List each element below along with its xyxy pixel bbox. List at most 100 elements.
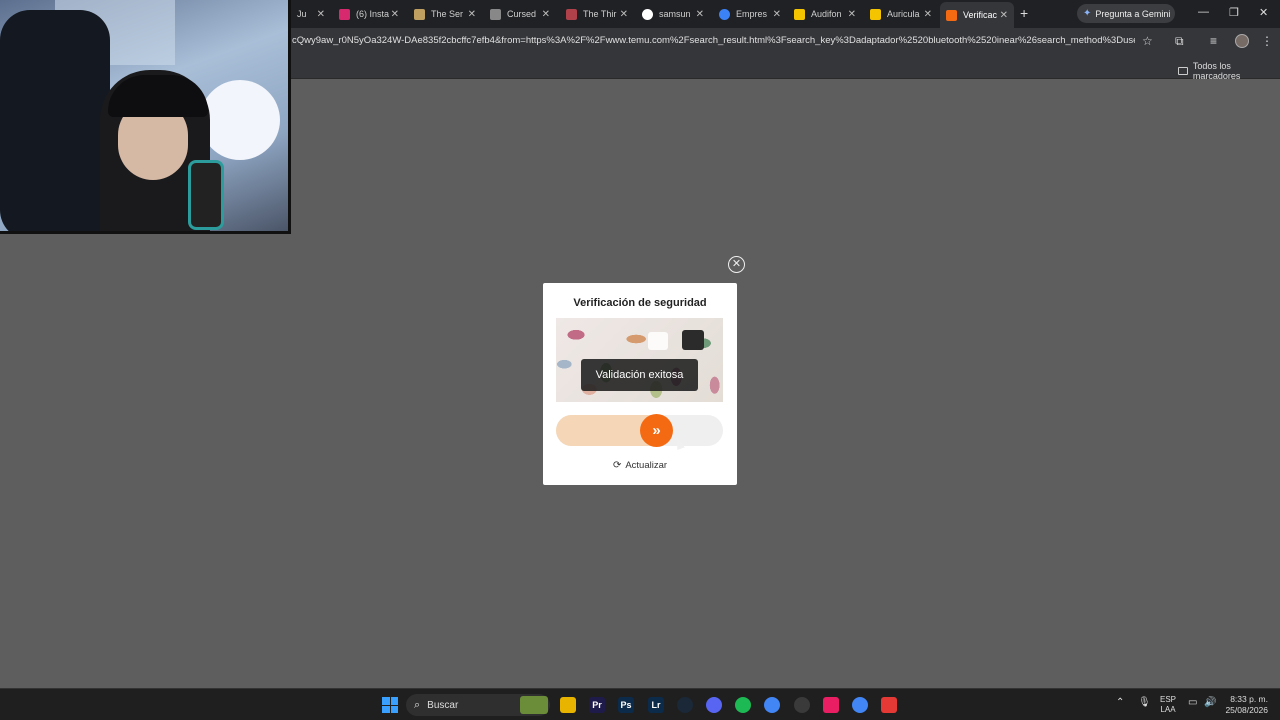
site-favicon-icon [414, 8, 425, 20]
search-label: Buscar [427, 699, 459, 711]
search-icon: ⌕ [414, 698, 421, 711]
close-icon[interactable]: ✕ [848, 9, 856, 20]
minimize-icon[interactable]: — [1198, 6, 1209, 18]
windows-start-icon[interactable] [382, 697, 398, 713]
lightroom-icon[interactable]: Lr [648, 697, 664, 713]
site-favicon-icon [870, 8, 881, 20]
tab-title: samsun [659, 9, 691, 19]
refresh-label: Actualizar [625, 460, 668, 471]
close-window-icon[interactable]: ✕ [1259, 6, 1268, 19]
webcam-overlay [0, 0, 291, 234]
close-icon[interactable]: ✕ [468, 9, 476, 20]
close-icon[interactable]: ✕ [773, 9, 781, 20]
microphone [188, 160, 224, 230]
folder-icon [1178, 67, 1188, 75]
spotify-icon[interactable] [735, 697, 751, 713]
tab-title: Cursed [507, 9, 537, 19]
browser-tab[interactable]: Auricula ✕ [864, 4, 938, 24]
all-bookmarks-button[interactable]: Todos los marcadores [1178, 61, 1280, 81]
tab-title: Empres [736, 9, 768, 19]
bookmarks-label: Todos los marcadores [1192, 61, 1241, 81]
bookmark-star-icon[interactable]: ☆ [1142, 34, 1153, 48]
steam-icon[interactable] [677, 697, 693, 713]
browser-tab[interactable]: Ju ✕ [291, 4, 331, 24]
tab-title: Auricula [887, 9, 920, 19]
slider-handle[interactable]: » [640, 414, 673, 447]
tab-title: The Thir [583, 9, 617, 19]
browser-tab[interactable]: Audifon ✕ [788, 4, 862, 24]
close-icon[interactable]: ✕ [391, 9, 399, 20]
browser-tab[interactable]: Cursed ✕ [484, 4, 556, 24]
language-indicator[interactable]: ESP LAA [1160, 695, 1176, 715]
premiere-icon[interactable]: Pr [589, 697, 605, 713]
browser-tab[interactable]: The Thir ✕ [560, 4, 634, 24]
address-bar[interactable]: cQwy9aw_r0N5yOa324W-DAe835f2cbcffc7efb4&… [292, 35, 1135, 46]
success-toast: Validación exitosa [581, 359, 698, 391]
puzzle-piece [648, 332, 668, 350]
search-highlight-image [520, 696, 548, 714]
site-favicon-icon [490, 8, 501, 20]
puzzle-slot [682, 330, 704, 350]
gemini-label: Pregunta a Gemini [1095, 8, 1171, 19]
system-clock[interactable]: 8:33 p. m. 25/08/2026 [1222, 694, 1268, 716]
tiktok-icon[interactable] [823, 697, 839, 713]
close-icon[interactable]: ✕ [1000, 10, 1008, 21]
gemini-button[interactable]: ✦ Pregunta a Gemini [1077, 4, 1175, 23]
close-icon[interactable]: ✕ [924, 9, 932, 20]
discord-icon[interactable] [706, 697, 722, 713]
calendar-app-icon[interactable] [881, 697, 897, 713]
streamer-cap [108, 75, 208, 117]
new-tab-icon[interactable]: + [1020, 5, 1028, 21]
tab-title: Verificac [963, 10, 998, 20]
refresh-button[interactable]: ⟳ Actualizar [543, 460, 737, 471]
captcha-puzzle-image: Validación exitosa [556, 318, 723, 402]
microphone-icon[interactable]: 🎙 [1138, 697, 1151, 708]
tab-title: (6) Insta [356, 9, 390, 19]
close-icon[interactable]: ✕ [542, 9, 550, 20]
browser-tab[interactable]: Empres ✕ [713, 4, 787, 24]
penguin-plush [200, 80, 280, 160]
profile-avatar[interactable] [1235, 34, 1249, 48]
close-icon[interactable]: ✕ [620, 9, 628, 20]
google-icon [642, 8, 653, 20]
chevron-up-icon[interactable]: ⌃ [1116, 697, 1124, 708]
tab-title: The Ser [431, 9, 464, 19]
browser-tab-active[interactable]: Verificac ✕ [940, 2, 1014, 28]
windows-taskbar: ⌕ Buscar Pr Ps Lr ⌃ 🎙 ESP LAA ▭ 🔊 8:33 p. … [0, 688, 1280, 720]
obs-icon[interactable] [794, 697, 810, 713]
tab-title: Audifon [811, 9, 842, 19]
media-control-icon[interactable]: ≡ [1210, 34, 1217, 48]
gemini-sparkle-icon: ✦ [1083, 8, 1092, 19]
browser-tab[interactable]: (6) Insta ✕ [333, 4, 405, 24]
tab-title: Ju [297, 9, 307, 19]
temu-icon [946, 9, 957, 21]
volume-icon[interactable]: 🔊 [1204, 697, 1216, 708]
site-favicon-icon [719, 8, 730, 20]
chrome-active-icon[interactable] [852, 697, 868, 713]
security-verification-dialog: Verificación de seguridad Validación exi… [543, 283, 737, 485]
refresh-icon: ⟳ [612, 460, 622, 471]
photoshop-icon[interactable]: Ps [618, 697, 634, 713]
site-favicon-icon [794, 8, 805, 20]
gaming-chair [0, 10, 110, 231]
close-icon[interactable]: ✕ [317, 9, 325, 20]
file-explorer-icon[interactable] [560, 697, 576, 713]
keyboard-layout: LAA [1160, 705, 1176, 714]
language-code: ESP [1160, 695, 1177, 704]
double-chevron-right-icon: » [652, 422, 661, 439]
clock-time: 8:33 p. m. [1230, 694, 1268, 704]
display-icon[interactable]: ▭ [1188, 697, 1197, 708]
clock-date: 25/08/2026 [1225, 705, 1268, 715]
close-icon[interactable]: ✕ [696, 9, 704, 20]
menu-icon[interactable]: ⋮ [1261, 34, 1273, 48]
restore-icon[interactable]: ❐ [1229, 6, 1239, 19]
browser-tab[interactable]: The Ser ✕ [408, 4, 482, 24]
taskbar-search[interactable]: ⌕ Buscar [406, 694, 550, 716]
browser-tab[interactable]: samsun ✕ [636, 4, 710, 24]
dialog-title: Verificación de seguridad [573, 297, 707, 309]
captcha-slider-track[interactable]: » [556, 414, 723, 447]
site-favicon-icon [566, 8, 577, 20]
close-dialog-button[interactable]: ✕ [728, 256, 745, 273]
chrome-icon[interactable] [764, 697, 780, 713]
extensions-icon[interactable]: ⧉ [1175, 34, 1184, 49]
